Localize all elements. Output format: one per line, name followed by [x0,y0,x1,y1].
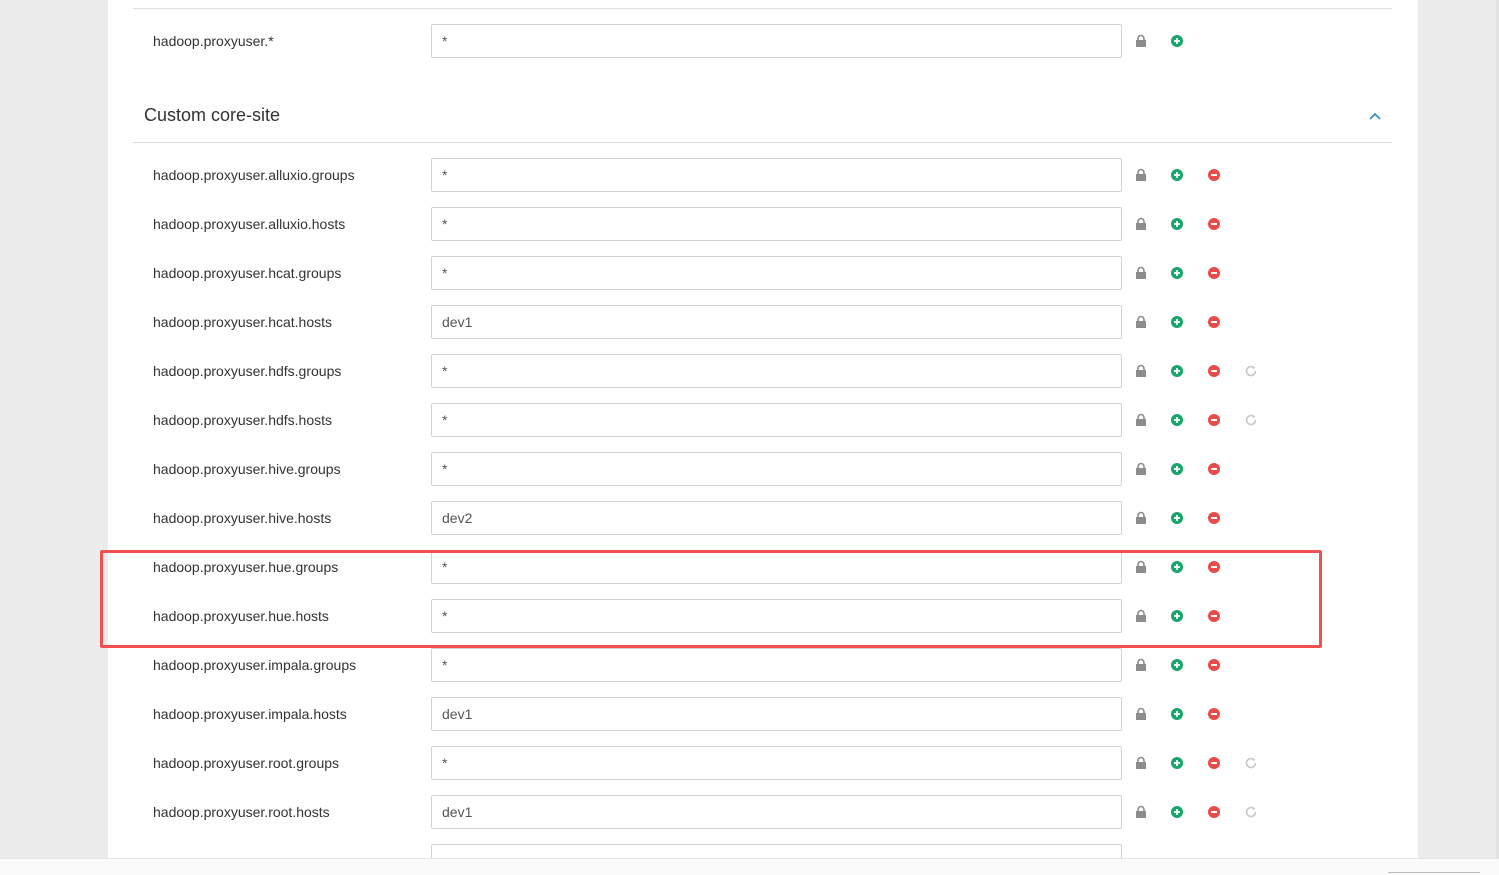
plus-circle-icon[interactable] [1170,266,1184,280]
property-row: hadoop.proxyuser.impala.hosts dev1 [108,697,1418,731]
lock-icon[interactable] [1134,462,1148,476]
property-value-input[interactable] [431,844,1122,858]
section-header-custom-core-site[interactable]: Custom core-site [133,95,1392,143]
property-label: hadoop.proxyuser.hive.groups [153,461,341,477]
lock-icon[interactable] [1134,168,1148,182]
undo-icon[interactable] [1244,756,1258,770]
config-panel: hadoop.proxyuser.* * Custom core-site ha… [108,0,1418,858]
minus-circle-icon[interactable] [1207,364,1221,378]
property-label: hadoop.proxyuser.hive.hosts [153,510,332,526]
property-row: hadoop.proxyuser.hive.groups * [108,452,1418,486]
property-value-input[interactable]: * [431,452,1122,486]
minus-circle-icon[interactable] [1207,413,1221,427]
highlight-box [100,550,1322,648]
minus-circle-icon[interactable] [1207,707,1221,721]
property-label: hadoop.proxyuser.hdfs.groups [153,363,342,379]
property-row: hadoop.proxyuser.alluxio.hosts * [108,207,1418,241]
property-label: hadoop.proxyuser.root.hosts [153,804,330,820]
lock-icon[interactable] [1134,707,1148,721]
bottom-bar [0,858,1499,875]
property-value-input[interactable]: * [431,24,1122,58]
property-label: hadoop.proxyuser.alluxio.hosts [153,216,346,232]
minus-circle-icon[interactable] [1207,315,1221,329]
undo-icon[interactable] [1244,805,1258,819]
property-label: hadoop.proxyuser.* [153,33,274,49]
lock-icon[interactable] [1134,413,1148,427]
minus-circle-icon[interactable] [1207,217,1221,231]
lock-icon[interactable] [1134,217,1148,231]
property-label: hadoop.proxyuser.impala.hosts [153,706,347,722]
plus-circle-icon[interactable] [1170,413,1184,427]
plus-circle-icon[interactable] [1170,511,1184,525]
property-row-partial [108,844,1418,858]
property-label: hadoop.proxyuser.hdfs.hosts [153,412,333,428]
property-value-input[interactable]: * [431,256,1122,290]
divider [133,8,1392,9]
property-label: hadoop.proxyuser.hcat.groups [153,265,342,281]
minus-circle-icon[interactable] [1207,511,1221,525]
lock-icon[interactable] [1134,511,1148,525]
property-value-input[interactable]: * [431,158,1122,192]
property-row: hadoop.proxyuser.impala.groups * [108,648,1418,682]
section-title: Custom core-site [144,105,281,125]
plus-circle-icon[interactable] [1170,658,1184,672]
lock-icon[interactable] [1134,805,1148,819]
lock-icon[interactable] [1134,315,1148,329]
property-value-input[interactable]: * [431,354,1122,388]
minus-circle-icon[interactable] [1207,266,1221,280]
property-value-input[interactable]: dev1 [431,795,1122,829]
property-value-input[interactable]: dev1 [431,305,1122,339]
property-label: hadoop.proxyuser.impala.groups [153,657,357,673]
property-label: hadoop.proxyuser.hcat.hosts [153,314,333,330]
minus-circle-icon[interactable] [1207,658,1221,672]
plus-circle-icon[interactable] [1170,364,1184,378]
property-value-input[interactable]: * [431,648,1122,682]
minus-circle-icon[interactable] [1207,805,1221,819]
plus-circle-icon[interactable] [1170,756,1184,770]
minus-circle-icon[interactable] [1207,756,1221,770]
property-label: hadoop.proxyuser.alluxio.groups [153,167,355,183]
property-value-input[interactable]: * [431,746,1122,780]
property-row: hadoop.proxyuser.alluxio.groups * [108,158,1418,192]
lock-icon[interactable] [1134,364,1148,378]
minus-circle-icon[interactable] [1207,462,1221,476]
property-row: hadoop.proxyuser.hdfs.hosts * [108,403,1418,437]
property-row: hadoop.proxyuser.root.groups * [108,746,1418,780]
lock-icon[interactable] [1134,266,1148,280]
plus-circle-icon[interactable] [1170,805,1184,819]
property-value-input[interactable]: * [431,403,1122,437]
property-row: hadoop.proxyuser.hcat.groups * [108,256,1418,290]
bottom-divider [1388,872,1480,873]
property-row-proxyuser-wildcard: hadoop.proxyuser.* * [108,24,1418,58]
lock-icon[interactable] [1134,756,1148,770]
plus-circle-icon[interactable] [1170,34,1184,48]
undo-icon[interactable] [1244,413,1258,427]
property-row: hadoop.proxyuser.hcat.hosts dev1 [108,305,1418,339]
plus-circle-icon[interactable] [1170,462,1184,476]
plus-circle-icon[interactable] [1170,168,1184,182]
minus-circle-icon[interactable] [1207,168,1221,182]
plus-circle-icon[interactable] [1170,217,1184,231]
property-row: hadoop.proxyuser.hive.hosts dev2 [108,501,1418,535]
plus-circle-icon[interactable] [1170,707,1184,721]
property-label: hadoop.proxyuser.root.groups [153,755,340,771]
undo-icon[interactable] [1244,364,1258,378]
chevron-up-icon[interactable] [1368,111,1382,121]
property-row: hadoop.proxyuser.hdfs.groups * [108,354,1418,388]
property-value-input[interactable]: dev2 [431,501,1122,535]
lock-icon[interactable] [1134,658,1148,672]
property-value-input[interactable]: dev1 [431,697,1122,731]
lock-icon[interactable] [1134,34,1148,48]
property-row: hadoop.proxyuser.root.hosts dev1 [108,795,1418,829]
plus-circle-icon[interactable] [1170,315,1184,329]
property-value-input[interactable]: * [431,207,1122,241]
